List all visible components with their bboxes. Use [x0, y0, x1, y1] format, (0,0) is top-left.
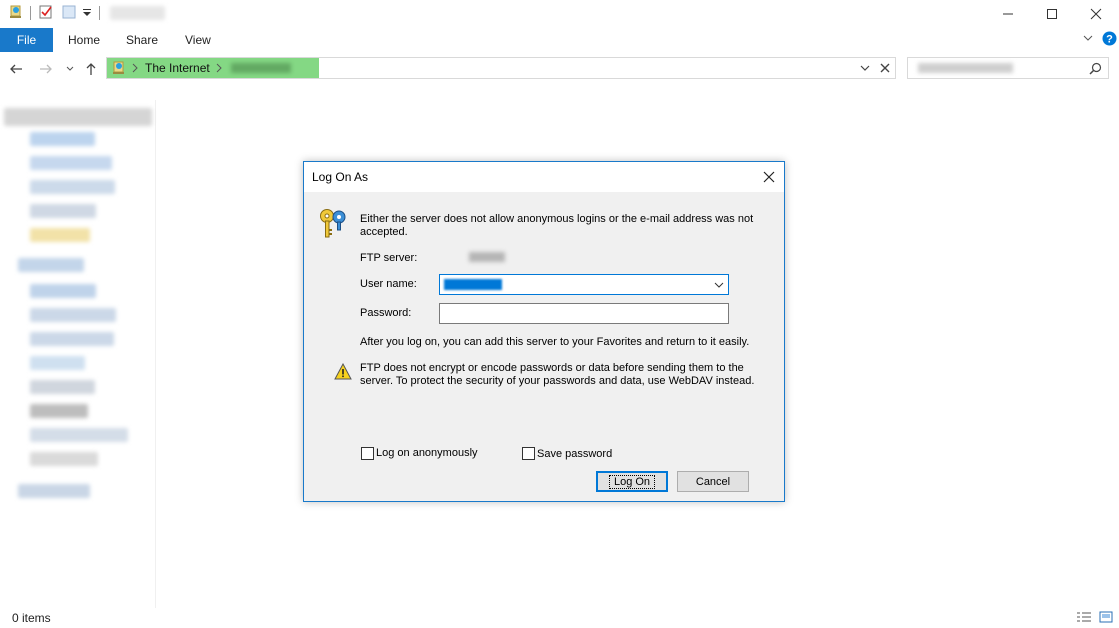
warning-icon — [334, 362, 352, 383]
log-on-anonymously-label[interactable]: Log on anonymously — [376, 447, 478, 460]
favorites-note: After you log on, you can add this serve… — [360, 336, 750, 348]
chevron-down-icon[interactable] — [713, 279, 725, 291]
navigation-pane[interactable] — [0, 100, 156, 608]
chevron-right-icon[interactable] — [215, 62, 223, 77]
window-title-redacted — [110, 6, 165, 20]
dialog-title: Log On As — [312, 170, 369, 184]
nav-item-redacted[interactable] — [30, 380, 95, 394]
large-icons-view-icon[interactable] — [1099, 611, 1113, 623]
breadcrumb-the-internet[interactable]: The Internet — [145, 61, 210, 75]
log-on-anonymously-checkbox[interactable] — [361, 447, 374, 460]
help-icon[interactable]: ? — [1102, 31, 1117, 49]
nav-item-redacted[interactable] — [30, 228, 90, 242]
ribbon-tabs: File Home Share View ? — [0, 28, 1119, 52]
explorer-network-icon — [8, 4, 24, 20]
address-row: The Internet — [0, 56, 1119, 82]
chevron-right-icon[interactable] — [131, 62, 139, 77]
nav-item-redacted[interactable] — [18, 484, 90, 498]
details-view-icon[interactable] — [1076, 611, 1091, 623]
nav-item-redacted[interactable] — [30, 452, 98, 466]
search-box[interactable] — [907, 57, 1109, 79]
tab-view[interactable]: View — [185, 28, 211, 52]
ftp-server-label: FTP server: — [360, 252, 418, 264]
forward-icon[interactable] — [36, 59, 56, 79]
log-on-as-dialog: Log On As Either the server does not all… — [303, 161, 785, 502]
nav-item-redacted[interactable] — [30, 180, 115, 194]
nav-item-redacted[interactable] — [30, 404, 88, 418]
address-bar[interactable]: The Internet — [106, 57, 896, 79]
search-placeholder-redacted — [918, 63, 1013, 73]
title-bar — [0, 0, 1119, 28]
nav-item-redacted[interactable] — [30, 284, 96, 298]
properties-icon[interactable] — [38, 4, 54, 20]
expand-ribbon-icon[interactable] — [1082, 32, 1094, 47]
breadcrumb-server-redacted[interactable] — [231, 63, 291, 73]
ftp-server-value-redacted — [469, 252, 505, 262]
address-dropdown-icon[interactable] — [859, 62, 871, 77]
customize-quick-access-icon[interactable] — [81, 4, 97, 20]
nav-item-redacted[interactable] — [30, 332, 114, 346]
log-on-button-label: Log On — [608, 474, 656, 489]
user-name-combobox[interactable] — [439, 274, 729, 295]
divider — [99, 6, 100, 20]
tab-file[interactable]: File — [0, 28, 53, 52]
cancel-button[interactable]: Cancel — [677, 471, 749, 492]
save-password-label[interactable]: Save password — [537, 448, 612, 461]
nav-item-redacted[interactable] — [30, 132, 95, 146]
user-name-label: User name: — [360, 278, 417, 290]
back-icon[interactable] — [6, 59, 26, 79]
nav-item-redacted[interactable] — [4, 108, 152, 126]
internet-icon — [111, 60, 127, 79]
item-count: 0 items — [12, 611, 51, 625]
dialog-title-bar: Log On As — [304, 162, 784, 192]
close-window-button[interactable] — [1073, 0, 1119, 28]
warning-message: FTP does not encrypt or encode passwords… — [360, 362, 755, 387]
user-name-selected-redacted — [444, 279, 502, 290]
recent-locations-icon[interactable] — [60, 59, 80, 79]
minimize-button[interactable] — [985, 0, 1031, 28]
nav-item-redacted[interactable] — [18, 258, 84, 272]
password-label: Password: — [360, 307, 412, 319]
save-password-checkbox[interactable] — [522, 447, 535, 460]
keys-icon — [318, 207, 350, 244]
password-field[interactable] — [439, 303, 729, 324]
intro-message: Either the server does not allow anonymo… — [360, 213, 754, 238]
log-on-button[interactable]: Log On — [596, 471, 668, 492]
up-icon[interactable] — [81, 59, 101, 79]
nav-item-redacted[interactable] — [30, 204, 96, 218]
nav-item-redacted[interactable] — [30, 308, 116, 322]
divider — [30, 6, 31, 20]
dialog-close-button[interactable] — [760, 168, 778, 186]
nav-item-redacted[interactable] — [30, 156, 112, 170]
tab-home[interactable]: Home — [68, 28, 100, 52]
maximize-button[interactable] — [1029, 0, 1075, 28]
nav-item-redacted[interactable] — [30, 428, 128, 442]
search-icon[interactable] — [1089, 62, 1102, 78]
nav-item-redacted[interactable] — [30, 356, 85, 370]
stop-icon[interactable] — [879, 62, 891, 77]
new-folder-icon[interactable] — [61, 4, 77, 20]
svg-text:?: ? — [1106, 34, 1113, 46]
tab-share[interactable]: Share — [126, 28, 158, 52]
